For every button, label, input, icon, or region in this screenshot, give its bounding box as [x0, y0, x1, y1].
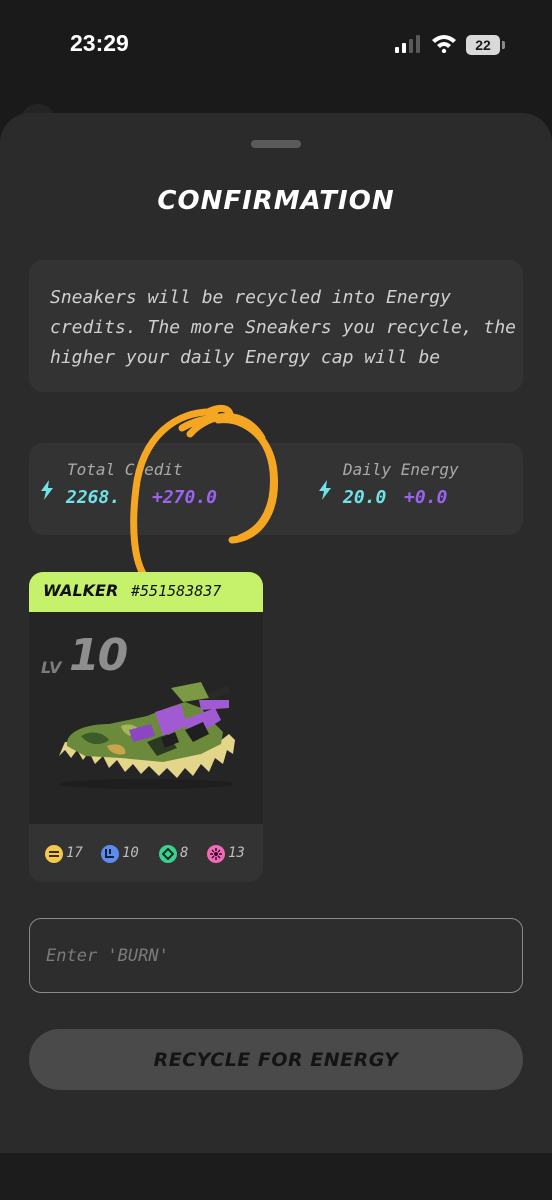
sneaker-type: WALKER — [43, 581, 119, 600]
efficiency-icon — [45, 845, 63, 863]
bottom-strip — [0, 1153, 552, 1200]
sneaker-id: #551583837 — [131, 582, 222, 600]
sneaker-image — [58, 682, 235, 789]
resilience-icon — [207, 845, 225, 863]
attribute-value: 8 — [180, 845, 189, 861]
recycle-for-energy-button[interactable]: RECYCLE FOR ENERGY — [29, 1029, 523, 1090]
energy-bolt-icon — [319, 480, 331, 500]
total-credit-delta: +270.0 — [152, 487, 218, 508]
sheet-title: CONFIRMATION — [157, 186, 395, 216]
card-header: WALKER #551583837 — [29, 572, 263, 612]
info-text: Sneakers will be recycled into Energy cr… — [50, 287, 516, 368]
comfort-icon — [159, 845, 177, 863]
daily-energy-value: 20.0 — [343, 487, 387, 508]
attribute-value: 17 — [66, 845, 83, 861]
signal-icon — [395, 35, 420, 53]
daily-energy-delta: +0.0 — [404, 487, 448, 508]
luck-icon — [101, 845, 119, 863]
energy-bolt-icon — [41, 480, 53, 500]
level-number: 10 — [69, 630, 128, 681]
battery-icon: 22 — [466, 35, 500, 55]
status-time: 23:29 — [70, 30, 129, 56]
burn-confirm-input[interactable] — [29, 918, 523, 993]
attribute-value: 10 — [122, 845, 139, 861]
total-credit-value: 2268. — [66, 487, 121, 508]
level-prefix: LV — [41, 658, 62, 677]
daily-energy-label: Daily Energy — [343, 460, 459, 479]
attribute-value: 13 — [228, 845, 245, 861]
sheet-drag-handle[interactable] — [251, 140, 301, 148]
battery-tip — [502, 41, 505, 49]
wifi-icon — [432, 35, 456, 53]
total-credit-label: Total Credit — [67, 460, 183, 479]
sneaker-card[interactable]: WALKER #551583837 LV 10 17 10 8 13 — [29, 572, 263, 882]
